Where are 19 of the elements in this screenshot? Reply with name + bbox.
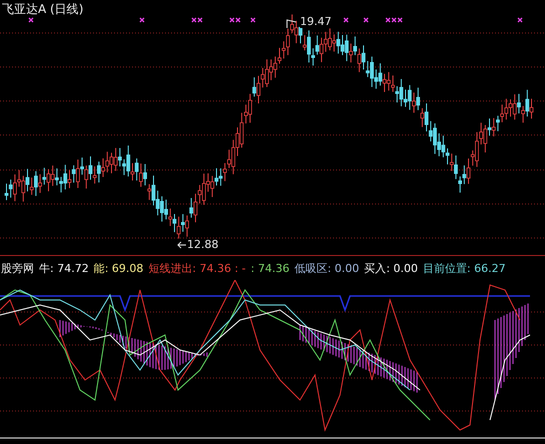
cross-marker-icon xyxy=(140,18,144,22)
cross-marker-icon xyxy=(250,18,256,22)
indicator-value: 短线进出: 74.36 : - xyxy=(148,260,246,276)
cross-marker-icon xyxy=(364,18,368,22)
leader-line xyxy=(286,19,296,28)
indicator-name: 股旁网 xyxy=(1,260,34,276)
indicator-value: 能: 69.08 xyxy=(94,260,144,276)
chart-title: 飞亚达A (日线) xyxy=(2,1,84,18)
indicator-value: 目前位置: 66.27 xyxy=(422,260,506,276)
indicator-value: 低吸区: 0.00 xyxy=(294,260,360,276)
leader-line xyxy=(177,242,186,248)
cross-marker-icon xyxy=(344,18,348,22)
indicator-value: 买入: 0.00 xyxy=(364,260,418,276)
price-label: 19.47 xyxy=(300,15,332,28)
indicator-value: 牛: 74.72 xyxy=(39,260,89,276)
cross-marker-icon xyxy=(28,18,34,22)
price-label: 12.88 xyxy=(187,238,218,251)
cross-marker-icon xyxy=(518,18,522,22)
indicator-value: : 74.36 xyxy=(250,262,290,274)
